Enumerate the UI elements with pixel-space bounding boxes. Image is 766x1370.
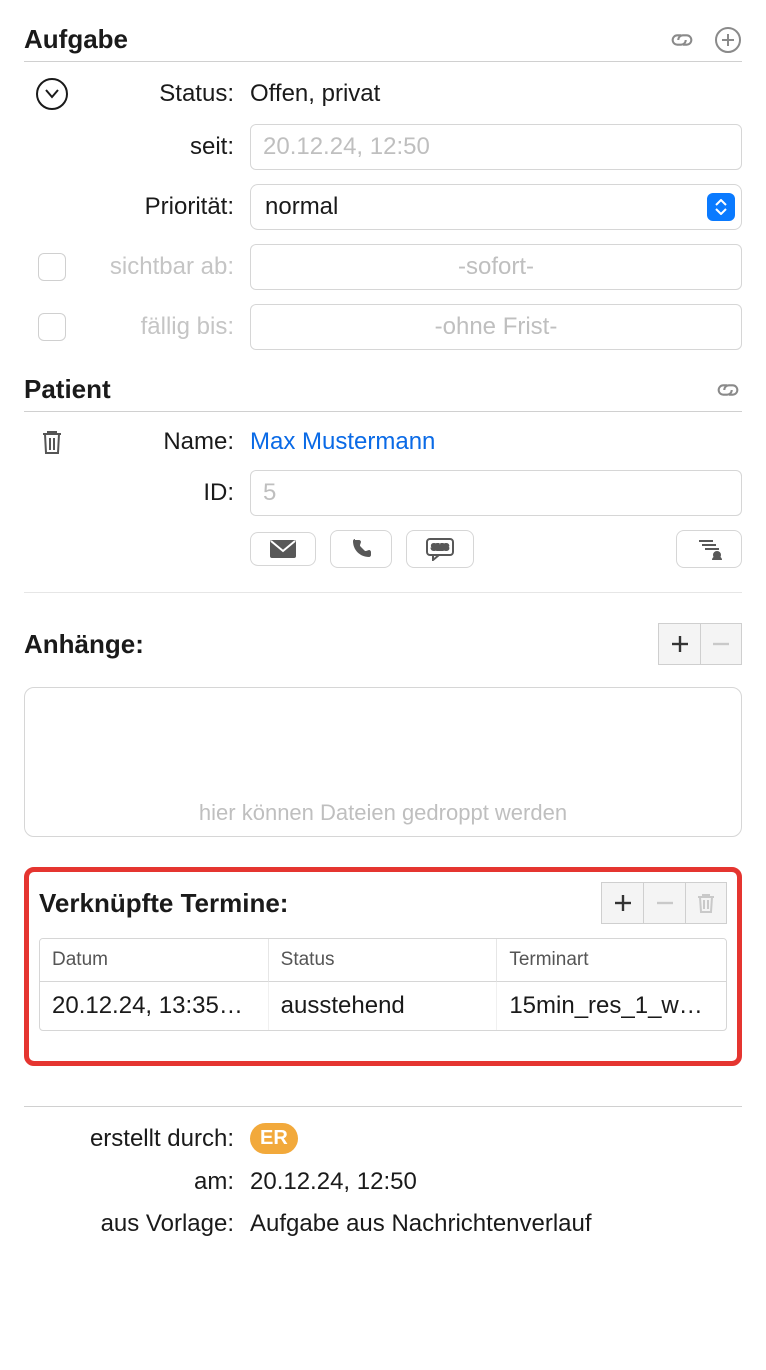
svg-text:SMS: SMS xyxy=(431,543,449,552)
from-template-value: Aufgabe aus Nachrichtenverlauf xyxy=(250,1210,742,1238)
link-icon[interactable] xyxy=(668,26,696,54)
patient-card-button[interactable] xyxy=(676,530,742,568)
add-linked-button[interactable] xyxy=(601,882,643,924)
cell-status: ausstehend xyxy=(269,982,498,1030)
due-checkbox[interactable] xyxy=(38,313,66,341)
col-date[interactable]: Datum xyxy=(40,939,269,982)
remove-linked-button xyxy=(643,882,685,924)
since-label: seit: xyxy=(80,133,250,161)
dropzone-hint: hier können Dateien gedroppt werden xyxy=(199,800,567,826)
created-by-label: erstellt durch: xyxy=(80,1125,250,1153)
email-button[interactable] xyxy=(250,532,316,566)
trash-icon[interactable] xyxy=(38,428,66,456)
since-input[interactable] xyxy=(250,124,742,170)
delete-linked-button xyxy=(685,882,727,924)
due-label: fällig bis: xyxy=(80,313,250,341)
status-label: Status: xyxy=(80,80,250,108)
attachments-section-title: Anhänge: xyxy=(24,629,144,660)
cell-type: 15min_res_1_ws1… xyxy=(497,982,726,1030)
patient-id-input[interactable] xyxy=(250,470,742,516)
linked-appointments-table: Datum Status Terminart 20.12.24, 13:35… … xyxy=(39,938,727,1031)
patient-name-label: Name: xyxy=(80,428,250,456)
table-row[interactable]: 20.12.24, 13:35… ausstehend 15min_res_1_… xyxy=(40,982,726,1030)
add-attachment-button[interactable] xyxy=(658,623,700,665)
col-type[interactable]: Terminart xyxy=(497,939,726,982)
remove-attachment-button xyxy=(700,623,742,665)
visible-from-input[interactable] xyxy=(250,244,742,290)
created-by-badge: ER xyxy=(250,1123,298,1154)
phone-button[interactable] xyxy=(330,530,392,568)
linked-section-title: Verknüpfte Termine: xyxy=(39,888,288,919)
col-status[interactable]: Status xyxy=(269,939,498,982)
patient-id-label: ID: xyxy=(80,479,250,507)
attachment-dropzone[interactable]: hier können Dateien gedroppt werden xyxy=(24,687,742,837)
link-icon[interactable] xyxy=(714,376,742,404)
visible-from-checkbox[interactable] xyxy=(38,253,66,281)
due-input[interactable] xyxy=(250,304,742,350)
priority-select[interactable]: normal xyxy=(250,184,742,230)
patient-section-title: Patient xyxy=(24,374,111,405)
visible-from-label: sichtbar ab: xyxy=(80,253,250,281)
task-section-title: Aufgabe xyxy=(24,24,128,55)
created-at-label: am: xyxy=(80,1168,250,1196)
select-caret-icon xyxy=(707,193,735,221)
status-value: Offen, privat xyxy=(250,80,742,108)
cell-date: 20.12.24, 13:35… xyxy=(40,982,269,1030)
priority-selected: normal xyxy=(265,193,338,220)
created-at-value: 20.12.24, 12:50 xyxy=(250,1168,742,1196)
patient-name-link[interactable]: Max Mustermann xyxy=(250,428,435,456)
priority-label: Priorität: xyxy=(80,193,250,221)
from-template-label: aus Vorlage: xyxy=(80,1210,250,1238)
expand-toggle-icon[interactable] xyxy=(36,78,68,110)
add-icon[interactable] xyxy=(714,26,742,54)
sms-button[interactable]: SMS xyxy=(406,530,474,568)
